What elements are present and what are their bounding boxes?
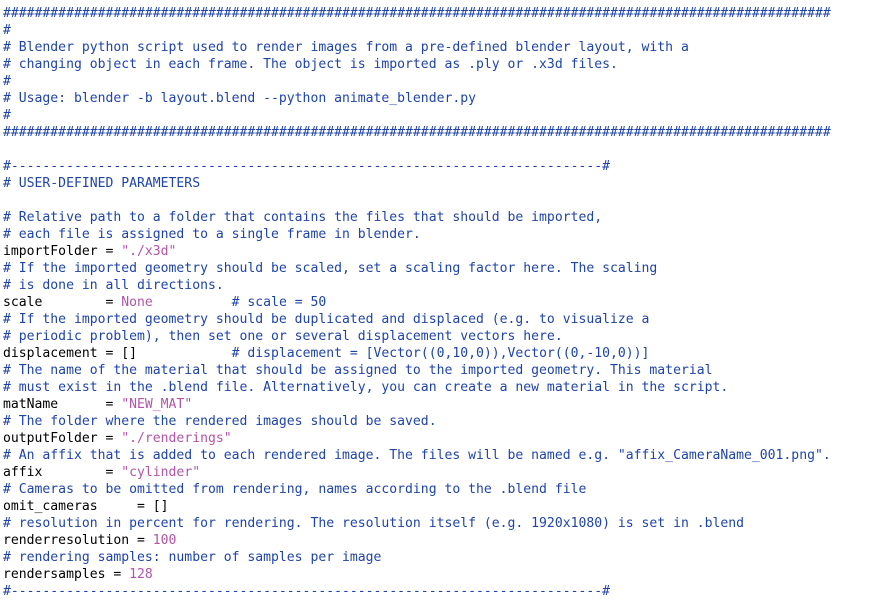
code-token: scale = — [3, 295, 122, 310]
code-line: # rendering samples: number of samples p… — [3, 549, 831, 566]
code-line: # resolution in percent for rendering. T… — [3, 515, 831, 532]
code-token: rendersamples = — [3, 567, 130, 582]
code-line: # Usage: blender -b layout.blend --pytho… — [3, 90, 831, 107]
comment-token: # The name of the material that should b… — [3, 363, 713, 378]
comment-token: # Blender python script used to render i… — [3, 40, 689, 55]
code-line: # If the imported geometry should be sca… — [3, 260, 831, 277]
code-token: omit_cameras = [] — [3, 499, 169, 514]
code-line: # Relative path to a folder that contain… — [3, 209, 831, 226]
comment-token: # displacement = [Vector((0,10,0)),Vecto… — [231, 346, 650, 361]
code-token: affix = — [3, 465, 122, 480]
code-line: affix = "cylinder" — [3, 464, 831, 481]
comment-token: #---------------------------------------… — [3, 159, 610, 174]
code-line: # The name of the material that should b… — [3, 362, 831, 379]
code-token: importFolder = — [3, 244, 122, 259]
code-line: # An affix that is added to each rendere… — [3, 447, 831, 464]
comment-token: # — [3, 74, 11, 89]
string-token: "cylinder" — [121, 465, 201, 480]
code-token: renderresolution = — [3, 533, 153, 548]
code-line: # is done in all directions. — [3, 277, 831, 294]
comment-token: # is done in all directions. — [3, 278, 224, 293]
code-line: # periodic problem), then set one or sev… — [3, 328, 831, 345]
code-line: # must exist in the .blend file. Alterna… — [3, 379, 831, 396]
comment-token: # An affix that is added to each rendere… — [3, 448, 831, 463]
comment-token: # periodic problem), then set one or sev… — [3, 329, 563, 344]
comment-token: # If the imported geometry should be sca… — [3, 261, 658, 276]
comment-token: ########################################… — [3, 6, 831, 21]
code-token: outputFolder = — [3, 431, 122, 446]
comment-token: # resolution in percent for rendering. T… — [3, 516, 745, 531]
code-line: scale = None # scale = 50 — [3, 294, 831, 311]
code-line: omit_cameras = [] — [3, 498, 831, 515]
code-line: # changing object in each frame. The obj… — [3, 56, 831, 73]
comment-token: # Usage: blender -b layout.blend --pytho… — [3, 91, 476, 106]
comment-token: # scale = 50 — [231, 295, 327, 310]
comment-token: # — [3, 108, 11, 123]
code-editor[interactable]: ########################################… — [3, 5, 831, 600]
code-line: # Cameras to be omitted from rendering, … — [3, 481, 831, 498]
comment-token: # — [3, 23, 11, 38]
code-line: displacement = [] # displacement = [Vect… — [3, 345, 831, 362]
code-line: matName = "NEW_MAT" — [3, 396, 831, 413]
code-line: # — [3, 22, 831, 39]
comment-token: # each file is assigned to a single fram… — [3, 227, 421, 242]
comment-token: ########################################… — [3, 125, 831, 140]
code-token: displacement = [] — [3, 346, 232, 361]
code-line: ########################################… — [3, 124, 831, 141]
code-line: #---------------------------------------… — [3, 583, 831, 600]
comment-token: # Cameras to be omitted from rendering, … — [3, 482, 587, 497]
string-token: "./x3d" — [121, 244, 177, 259]
comment-token: # The folder where the rendered images s… — [3, 414, 437, 429]
number-token: 128 — [129, 567, 153, 582]
code-line: importFolder = "./x3d" — [3, 243, 831, 260]
comment-token: # Relative path to a folder that contain… — [3, 210, 603, 225]
code-line: # If the imported geometry should be dup… — [3, 311, 831, 328]
keyword-token: None — [121, 295, 153, 310]
number-token: 100 — [152, 533, 177, 548]
comment-token: #---------------------------------------… — [3, 584, 610, 599]
code-line: rendersamples = 128 — [3, 566, 831, 583]
comment-token: # USER-DEFINED PARAMETERS — [3, 176, 201, 191]
code-line: # each file is assigned to a single fram… — [3, 226, 831, 243]
code-line: #---------------------------------------… — [3, 158, 831, 175]
comment-token: # rendering samples: number of samples p… — [3, 550, 382, 565]
comment-token: # must exist in the .blend file. Alterna… — [3, 380, 729, 395]
code-line: # — [3, 107, 831, 124]
string-token: "NEW_MAT" — [121, 397, 193, 412]
code-line: # Blender python script used to render i… — [3, 39, 831, 56]
code-line: ########################################… — [3, 5, 831, 22]
comment-token: # If the imported geometry should be dup… — [3, 312, 650, 327]
code-token: matName = — [3, 397, 122, 412]
code-line: # USER-DEFINED PARAMETERS — [3, 175, 831, 192]
code-line: # The folder where the rendered images s… — [3, 413, 831, 430]
code-line: outputFolder = "./renderings" — [3, 430, 831, 447]
code-line: # — [3, 73, 831, 90]
string-token: "./renderings" — [121, 431, 232, 446]
code-line: renderresolution = 100 — [3, 532, 831, 549]
comment-token: # changing object in each frame. The obj… — [3, 57, 618, 72]
